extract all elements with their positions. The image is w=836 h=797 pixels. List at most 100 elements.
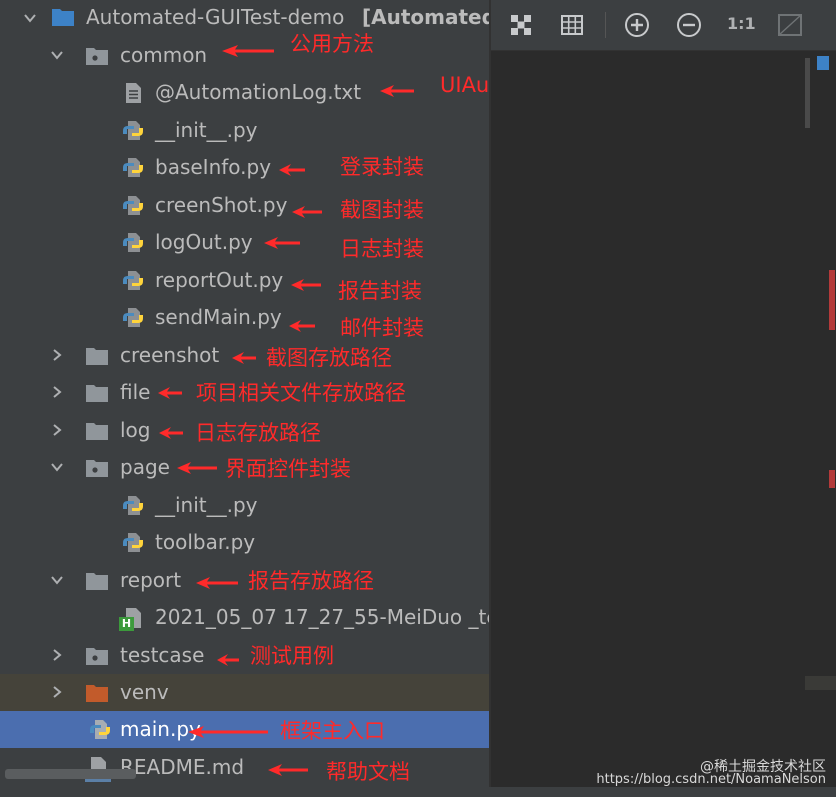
python-file-icon <box>90 720 110 739</box>
python-file-icon <box>123 158 143 177</box>
tree-item-label: toolbar.py <box>155 530 256 554</box>
annotation-arrow-icon <box>380 85 414 97</box>
editor-error-mark <box>829 470 835 488</box>
tree-item-label: sendMain.py <box>155 305 282 329</box>
tree-row-toolbar[interactable]: toolbar.py <box>0 524 489 561</box>
tree-row-html-report[interactable]: H 2021_05_07 17_27_55-MeiDuo _te <box>0 599 489 636</box>
chevron-down-icon[interactable] <box>22 10 38 26</box>
project-name: Automated-GUITest-demo <box>86 5 345 29</box>
project-path-suffix: [Automated <box>362 5 489 29</box>
tree-item-label: baseInfo.py <box>155 155 272 179</box>
annotation-note: UIAutomation自带的日志 <box>440 73 489 97</box>
chevron-right-icon[interactable] <box>49 384 65 400</box>
tree-row-page-init[interactable]: __init__.py <box>0 487 489 524</box>
text-file-icon <box>126 83 141 103</box>
annotation-arrow-icon <box>196 577 238 589</box>
chevron-down-icon[interactable] <box>49 572 65 588</box>
annotation-arrow-icon <box>188 726 268 738</box>
tree-item-label: creenshot <box>120 343 220 367</box>
chevron-down-icon[interactable] <box>49 459 65 475</box>
python-file-icon <box>123 308 143 327</box>
annotation-arrow-icon <box>268 764 308 776</box>
tree-item-label: file <box>120 380 151 404</box>
tree-row-report[interactable]: report <box>0 562 489 599</box>
chevron-right-icon[interactable] <box>49 422 65 438</box>
tree-item-label: creenShot.py <box>155 193 288 217</box>
tree-item-label: venv <box>120 680 169 704</box>
package-folder-icon <box>86 48 108 65</box>
chevron-right-icon[interactable] <box>49 347 65 363</box>
tree-item-label: testcase <box>120 643 205 667</box>
package-folder-icon <box>86 648 108 665</box>
watermark-url: https://blog.csdn.net/NoamaNelson <box>596 772 826 787</box>
tree-item-label: README.md <box>120 755 245 779</box>
annotation-arrow-icon <box>289 320 315 332</box>
python-file-icon <box>123 233 143 252</box>
tree-item-label: common <box>120 43 208 67</box>
tree-item-label: @AutomationLog.txt <box>155 80 362 104</box>
annotation-arrow-icon <box>292 206 322 218</box>
tree-item-label: page <box>120 455 170 479</box>
annotation-note: 界面控件封装 <box>225 457 351 481</box>
excluded-folder-icon <box>86 685 108 702</box>
tree-row-readme[interactable]: MD README.md <box>0 749 489 786</box>
chevron-right-icon[interactable] <box>49 647 65 663</box>
annotation-arrow-icon <box>217 654 239 666</box>
tree-row-init[interactable]: __init__.py <box>0 112 489 149</box>
tree-item-label: log <box>120 418 151 442</box>
editor-line-highlight <box>805 676 836 690</box>
tree-item-label: __init__.py <box>155 118 258 142</box>
tree-item-label: reportOut.py <box>155 268 284 292</box>
folder-icon <box>86 385 108 402</box>
python-file-icon <box>123 121 143 140</box>
tree-item-label: 2021_05_07 17_27_55-MeiDuo _te <box>155 605 489 629</box>
tree-item-label: report <box>120 568 182 592</box>
tree-row-root[interactable]: Automated-GUITest-demo [Automated <box>0 0 489 37</box>
annotation-note: 报告存放路径 <box>248 569 374 593</box>
horizontal-scrollbar[interactable] <box>5 769 136 779</box>
grid-icon[interactable] <box>559 12 585 38</box>
zoom-out-icon[interactable] <box>676 12 702 38</box>
zoom-in-icon[interactable] <box>624 12 650 38</box>
toolbar-separator <box>605 12 606 38</box>
annotation-arrow-icon <box>232 352 256 364</box>
editor-gutter-mark <box>805 58 810 128</box>
tree-row-venv[interactable]: venv <box>0 674 489 711</box>
annotation-note: 日志封装 <box>340 237 424 261</box>
project-folder-icon <box>52 9 74 26</box>
tree-row-automationlog[interactable]: @AutomationLog.txt <box>0 74 489 111</box>
annotation-arrow-icon <box>159 427 183 439</box>
annotation-note: 截图存放路径 <box>266 346 392 370</box>
python-file-icon <box>123 271 143 290</box>
html-file-icon: H <box>119 606 145 631</box>
annotation-note: 框架主入口 <box>280 719 385 743</box>
folder-icon <box>86 423 108 440</box>
tree-row-testcase[interactable]: testcase <box>0 637 489 674</box>
annotation-note: 登录封装 <box>340 155 424 179</box>
annotation-note: 截图封装 <box>340 198 424 222</box>
annotation-note: 项目相关文件存放路径 <box>196 381 406 405</box>
background-icon[interactable] <box>777 12 803 38</box>
folder-icon <box>86 573 108 590</box>
folder-icon <box>86 348 108 365</box>
python-file-icon <box>123 496 143 515</box>
fit-grid-icon[interactable] <box>508 12 534 38</box>
tree-item-label: __init__.py <box>155 493 258 517</box>
actual-size-button[interactable]: 1:1 <box>727 14 756 33</box>
annotation-arrow-icon <box>291 279 321 291</box>
python-file-icon <box>123 533 143 552</box>
project-tree-panel: Automated-GUITest-demo [Automated common… <box>0 0 489 797</box>
annotation-arrow-icon <box>264 237 300 249</box>
python-file-icon <box>123 196 143 215</box>
package-folder-icon <box>86 460 108 477</box>
annotation-arrow-icon <box>279 164 305 176</box>
editor-error-marks <box>829 270 835 330</box>
editor-area <box>491 0 836 797</box>
chevron-right-icon[interactable] <box>49 684 65 700</box>
html-badge: H <box>119 617 134 631</box>
chevron-down-icon[interactable] <box>49 47 65 63</box>
status-bar <box>0 787 836 797</box>
annotation-arrow-icon <box>222 45 274 57</box>
annotation-arrow-icon <box>177 462 217 474</box>
editor-file-icon <box>817 56 829 70</box>
